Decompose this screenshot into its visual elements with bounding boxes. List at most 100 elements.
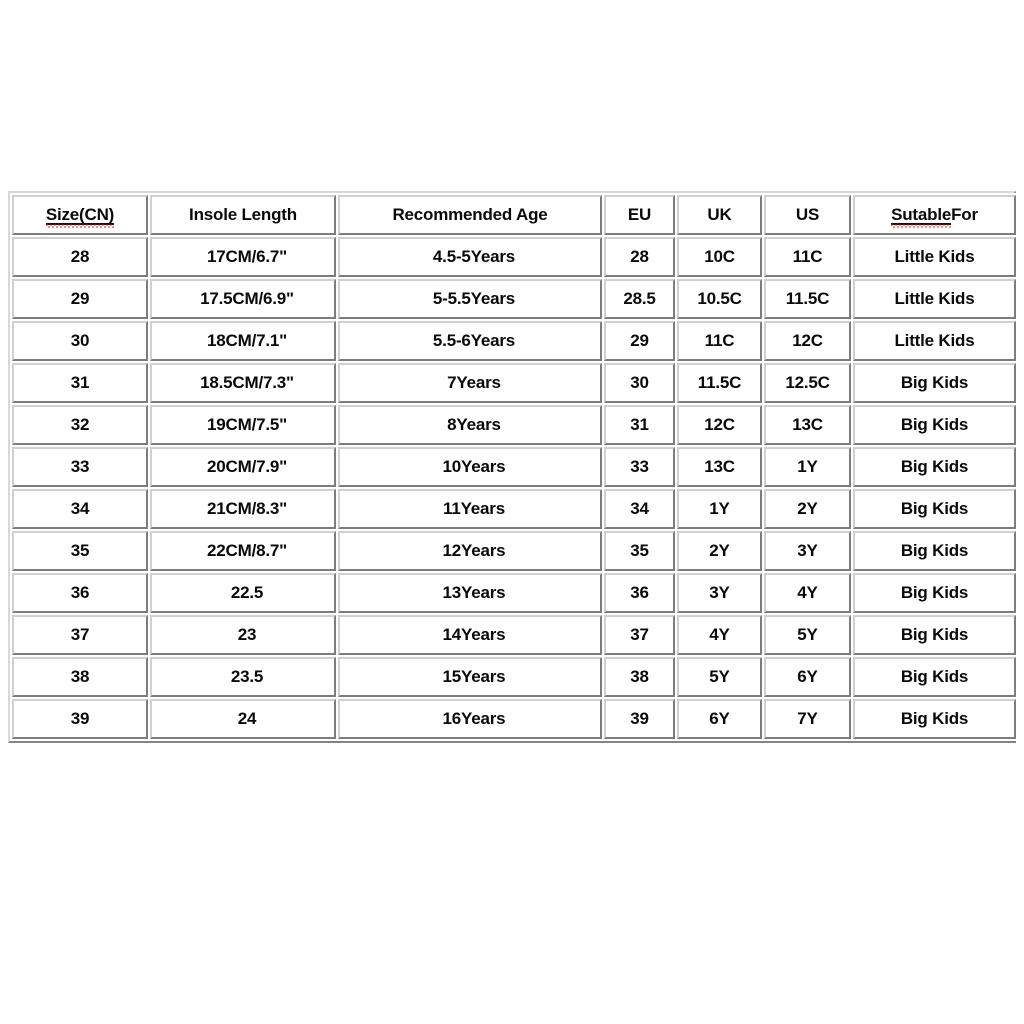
cell-us: 1Y — [764, 447, 851, 487]
cell-uk: 2Y — [677, 531, 762, 571]
cell-age: 4.5-5Years — [338, 237, 602, 277]
cell-value-insole: 18.5CM/7.3" — [200, 373, 294, 392]
cell-suit: Big Kids — [853, 531, 1016, 571]
column-header-eu: EU — [604, 195, 675, 235]
cell-age: 10Years — [338, 447, 602, 487]
table-row: 38 23.5 15Years 38 5Y 6Y Big Kids — [12, 657, 1016, 697]
table-row: 33 20CM/7.9" 10Years 33 13C 1Y Big Kids — [12, 447, 1016, 487]
cell-insole: 18CM/7.1" — [150, 321, 336, 361]
cell-value-age: 8Years — [447, 415, 501, 434]
cell-value-age: 4.5-5Years — [432, 247, 516, 266]
cell-value-suit: Little Kids — [894, 331, 975, 350]
cell-value-uk: 10C — [704, 247, 735, 266]
table-row: 35 22CM/8.7" 12Years 35 2Y 3Y Big Kids — [12, 531, 1016, 571]
cell-value-eu: 36 — [630, 583, 649, 602]
cell-cn: 39 — [12, 699, 148, 739]
cell-value-age: 5.5-6Years — [432, 331, 516, 350]
cell-value-age: 5-5.5Years — [432, 289, 516, 308]
column-header-label-eu: EU — [627, 205, 652, 224]
cell-value-cn: 37 — [70, 625, 90, 644]
cell-value-eu: 34 — [630, 499, 649, 518]
cell-value-cn: 35 — [70, 541, 90, 560]
cell-value-suit: Big Kids — [900, 709, 969, 728]
column-header-label-suit: Sutable — [891, 204, 952, 229]
cell-value-us: 4Y — [797, 583, 818, 602]
cell-value-insole: 22.5 — [230, 583, 264, 602]
cell-value-us: 2Y — [797, 499, 818, 518]
size-chart-table-frame: Size(CN) Insole Length Recommended Age EU UK… — [8, 191, 1018, 743]
cell-insole: 22.5 — [150, 573, 336, 613]
cell-uk: 3Y — [677, 573, 762, 613]
cell-cn: 29 — [12, 279, 148, 319]
cell-age: 14Years — [338, 615, 602, 655]
cell-eu: 28 — [604, 237, 675, 277]
cell-uk: 5Y — [677, 657, 762, 697]
page-canvas: Size(CN) Insole Length Recommended Age EU UK… — [0, 0, 1024, 1024]
cell-value-age: 16Years — [442, 709, 506, 728]
cell-suit: Little Kids — [853, 237, 1016, 277]
table-row: 30 18CM/7.1" 5.5-6Years 29 11C 12C Little Kids — [12, 321, 1016, 361]
cell-value-age: 10Years — [442, 457, 506, 476]
column-header-uk: UK — [677, 195, 762, 235]
cell-value-suit: Big Kids — [900, 667, 969, 686]
cell-uk: 10.5C — [677, 279, 762, 319]
cell-value-insole: 17CM/6.7" — [207, 247, 287, 266]
cell-uk: 6Y — [677, 699, 762, 739]
cell-uk: 11C — [677, 321, 762, 361]
cell-suit: Big Kids — [853, 363, 1016, 403]
cell-insole: 24 — [150, 699, 336, 739]
cell-value-eu: 30 — [630, 373, 649, 392]
table-row: 39 24 16Years 39 6Y 7Y Big Kids — [12, 699, 1016, 739]
cell-value-cn: 29 — [70, 289, 90, 308]
cell-value-suit: Big Kids — [900, 373, 969, 392]
cell-value-insole: 18CM/7.1" — [207, 331, 287, 350]
table-row: 29 17.5CM/6.9" 5-5.5Years 28.5 10.5C 11.5C Lit… — [12, 279, 1016, 319]
column-header-label-us: US — [795, 205, 820, 224]
cell-uk: 4Y — [677, 615, 762, 655]
cell-uk: 13C — [677, 447, 762, 487]
cell-value-us: 11.5C — [785, 289, 830, 308]
cell-suit: Big Kids — [853, 573, 1016, 613]
cell-cn: 31 — [12, 363, 148, 403]
column-header-label-cn: Size(CN) — [45, 204, 115, 229]
cell-cn: 35 — [12, 531, 148, 571]
cell-value-uk: 10.5C — [697, 289, 742, 308]
cell-value-suit: Big Kids — [900, 541, 969, 560]
cell-value-eu: 33 — [630, 457, 649, 476]
cell-us: 4Y — [764, 573, 851, 613]
cell-eu: 36 — [604, 573, 675, 613]
column-header-us: US — [764, 195, 851, 235]
cell-us: 6Y — [764, 657, 851, 697]
cell-value-eu: 39 — [630, 709, 649, 728]
cell-value-eu: 31 — [630, 415, 649, 434]
cell-value-suit: Big Kids — [900, 625, 969, 644]
cell-eu: 33 — [604, 447, 675, 487]
table-row: 34 21CM/8.3" 11Years 34 1Y 2Y Big Kids — [12, 489, 1016, 529]
cell-cn: 28 — [12, 237, 148, 277]
table-row: 36 22.5 13Years 36 3Y 4Y Big Kids — [12, 573, 1016, 613]
cell-value-uk: 3Y — [709, 583, 730, 602]
cell-value-us: 12C — [792, 331, 823, 350]
cell-insole: 23.5 — [150, 657, 336, 697]
column-header-age: Recommended Age — [338, 195, 602, 235]
cell-value-suit: Big Kids — [900, 415, 969, 434]
cell-value-suit: Big Kids — [900, 583, 969, 602]
table-row: 37 23 14Years 37 4Y 5Y Big Kids — [12, 615, 1016, 655]
cell-cn: 38 — [12, 657, 148, 697]
cell-us: 11.5C — [764, 279, 851, 319]
cell-value-uk: 12C — [704, 415, 735, 434]
cell-value-insole: 24 — [237, 709, 257, 728]
cell-insole: 20CM/7.9" — [150, 447, 336, 487]
cell-value-cn: 32 — [70, 415, 90, 434]
cell-age: 7Years — [338, 363, 602, 403]
column-header-label-age: Recommended Age — [392, 205, 548, 224]
cell-age: 15Years — [338, 657, 602, 697]
cell-cn: 33 — [12, 447, 148, 487]
cell-insole: 17CM/6.7" — [150, 237, 336, 277]
table-row: 31 18.5CM/7.3" 7Years 30 11.5C 12.5C Big Kids — [12, 363, 1016, 403]
cell-cn: 30 — [12, 321, 148, 361]
cell-value-insole: 21CM/8.3" — [207, 499, 287, 518]
cell-uk: 12C — [677, 405, 762, 445]
cell-value-eu: 38 — [630, 667, 649, 686]
cell-insole: 22CM/8.7" — [150, 531, 336, 571]
